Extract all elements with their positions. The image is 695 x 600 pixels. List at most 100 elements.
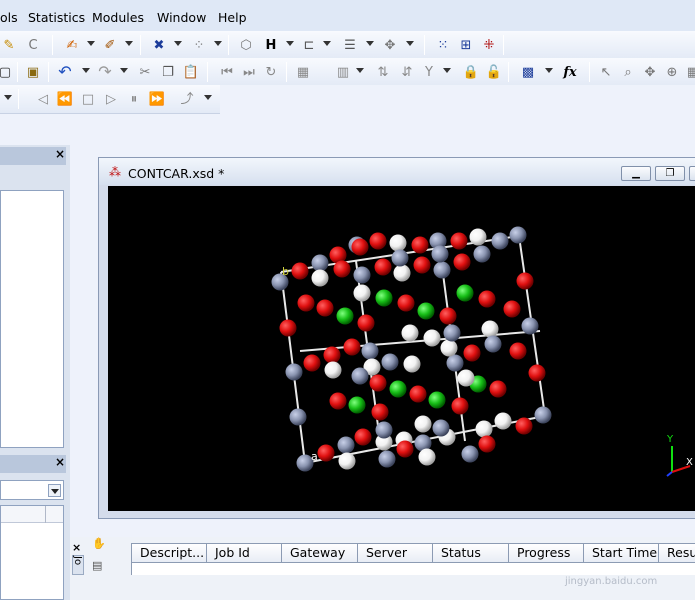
close-window-button[interactable] bbox=[689, 166, 695, 181]
chevron-down-icon[interactable] bbox=[120, 68, 128, 73]
metal-atom[interactable] bbox=[521, 317, 539, 335]
chevron-down-icon[interactable] bbox=[125, 41, 133, 46]
menu-modules[interactable]: Modules bbox=[92, 10, 144, 25]
chevron-down-icon[interactable] bbox=[286, 41, 294, 46]
oxygen-atom[interactable] bbox=[374, 258, 392, 276]
rotate-icon[interactable]: ⊕ bbox=[663, 63, 681, 81]
step-back-icon[interactable]: ⏮ bbox=[218, 63, 236, 81]
menu-window[interactable]: Window bbox=[157, 10, 206, 25]
chevron-down-icon[interactable] bbox=[174, 41, 182, 46]
step-forward-icon[interactable]: ⏭ bbox=[240, 63, 258, 81]
display-style-icon[interactable]: ▩ bbox=[519, 63, 537, 81]
chevron-down-icon[interactable] bbox=[87, 41, 95, 46]
metal-atom[interactable] bbox=[378, 450, 396, 468]
column-header-server[interactable]: Server bbox=[357, 543, 433, 563]
white-atom[interactable] bbox=[403, 355, 421, 373]
column-header-job-id[interactable]: Job Id bbox=[206, 543, 282, 563]
green-atom[interactable] bbox=[375, 289, 393, 307]
open-project-icon[interactable]: ▣ bbox=[24, 63, 42, 81]
animation-mode-icon[interactable]: ⤴ bbox=[178, 90, 196, 108]
oxygen-atom[interactable] bbox=[478, 290, 496, 308]
chart-icon[interactable]: ▥ bbox=[334, 63, 352, 81]
oxygen-atom[interactable] bbox=[413, 256, 431, 274]
fx-icon[interactable]: fx bbox=[561, 63, 579, 81]
animation-prev-icon[interactable]: ⏪ bbox=[56, 90, 74, 108]
calculator-icon[interactable]: ▦ bbox=[294, 63, 312, 81]
oxygen-atom[interactable] bbox=[478, 435, 496, 453]
white-atom[interactable] bbox=[393, 264, 411, 282]
menu-help[interactable]: Help bbox=[218, 10, 247, 25]
oxygen-atom[interactable] bbox=[528, 364, 546, 382]
green-atom[interactable] bbox=[417, 302, 435, 320]
white-atom[interactable] bbox=[311, 269, 329, 287]
white-atom[interactable] bbox=[338, 452, 356, 470]
lock-icon[interactable]: 🔒 bbox=[462, 63, 480, 81]
cluster-icon[interactable]: ⁘ bbox=[190, 36, 208, 54]
measure-icon[interactable]: ⊏ bbox=[300, 36, 318, 54]
chevron-down-icon[interactable] bbox=[48, 484, 61, 497]
fragment-icon[interactable]: ✖ bbox=[150, 36, 168, 54]
metal-atom[interactable] bbox=[391, 249, 409, 267]
copy-icon[interactable]: ❐ bbox=[159, 63, 177, 81]
pencil-icon[interactable]: ✎ bbox=[0, 36, 18, 54]
oxygen-atom[interactable] bbox=[369, 374, 387, 392]
add-hydrogen-icon[interactable]: H bbox=[262, 36, 280, 54]
hydrogen-ring-icon[interactable]: ⬡ bbox=[237, 36, 255, 54]
properties-grid[interactable] bbox=[0, 505, 64, 600]
minimize-button[interactable]: ▁ bbox=[621, 166, 651, 181]
oxygen-atom[interactable] bbox=[450, 232, 468, 250]
oxygen-atom[interactable] bbox=[397, 294, 415, 312]
metal-atom[interactable] bbox=[443, 324, 461, 342]
oxygen-atom[interactable] bbox=[297, 294, 315, 312]
oxygen-atom[interactable] bbox=[291, 262, 309, 280]
metal-atom[interactable] bbox=[534, 406, 552, 424]
modify-icon[interactable]: ↻ bbox=[262, 63, 280, 81]
metal-atom[interactable] bbox=[353, 266, 371, 284]
job-settings-icon[interactable]: ▤ bbox=[92, 559, 102, 572]
oxygen-atom[interactable] bbox=[451, 397, 469, 415]
paste-icon[interactable]: 📋 bbox=[182, 63, 200, 81]
new-document-icon[interactable]: ▢ bbox=[0, 63, 14, 81]
jobs-tab[interactable]: Jo bbox=[72, 555, 84, 575]
column-header-start-time[interactable]: Start Time bbox=[583, 543, 659, 563]
metal-atom[interactable] bbox=[431, 245, 449, 263]
white-atom[interactable] bbox=[353, 284, 371, 302]
white-atom[interactable] bbox=[457, 369, 475, 387]
supercell-icon[interactable]: ⁜ bbox=[480, 36, 498, 54]
green-atom[interactable] bbox=[336, 307, 354, 325]
white-atom[interactable] bbox=[469, 228, 487, 246]
metal-atom[interactable] bbox=[289, 408, 307, 426]
animation-last-icon[interactable]: ⏩ bbox=[148, 90, 166, 108]
metal-atom[interactable] bbox=[361, 342, 379, 360]
animation-pause-icon[interactable]: ⏸ bbox=[125, 90, 143, 108]
crystal-structure[interactable] bbox=[108, 186, 695, 511]
oxygen-atom[interactable] bbox=[279, 319, 297, 337]
3d-viewer[interactable]: b a Y X bbox=[108, 186, 695, 511]
oxygen-atom[interactable] bbox=[411, 236, 429, 254]
chevron-down-icon[interactable] bbox=[82, 68, 90, 73]
oxygen-atom[interactable] bbox=[515, 417, 533, 435]
metal-atom[interactable] bbox=[484, 335, 502, 353]
select-arrow-icon[interactable]: ↖ bbox=[597, 63, 615, 81]
chevron-down-icon[interactable] bbox=[443, 68, 451, 73]
animation-next-icon[interactable]: ▷ bbox=[102, 90, 120, 108]
draw-chain-icon[interactable]: ✐ bbox=[101, 36, 119, 54]
white-atom[interactable] bbox=[494, 412, 512, 430]
close-icon[interactable]: × bbox=[55, 147, 65, 161]
translate-icon[interactable]: ✥ bbox=[641, 63, 659, 81]
metal-atom[interactable] bbox=[381, 353, 399, 371]
green-atom[interactable] bbox=[456, 284, 474, 302]
column-header-description[interactable]: Descript... bbox=[131, 543, 207, 563]
oxygen-atom[interactable] bbox=[503, 300, 521, 318]
chevron-down-icon[interactable] bbox=[366, 41, 374, 46]
oxygen-atom[interactable] bbox=[396, 440, 414, 458]
metal-atom[interactable] bbox=[432, 419, 450, 437]
column-header-gateway[interactable]: Gateway bbox=[281, 543, 358, 563]
symmetry-icon[interactable]: ⊞ bbox=[457, 36, 475, 54]
menu-statistics[interactable]: Statistics bbox=[28, 10, 85, 25]
animation-stop-icon[interactable]: □ bbox=[79, 90, 97, 108]
oxygen-atom[interactable] bbox=[351, 238, 369, 256]
chevron-down-icon[interactable] bbox=[214, 41, 222, 46]
oxygen-atom[interactable] bbox=[317, 444, 335, 462]
oxygen-atom[interactable] bbox=[333, 260, 351, 278]
